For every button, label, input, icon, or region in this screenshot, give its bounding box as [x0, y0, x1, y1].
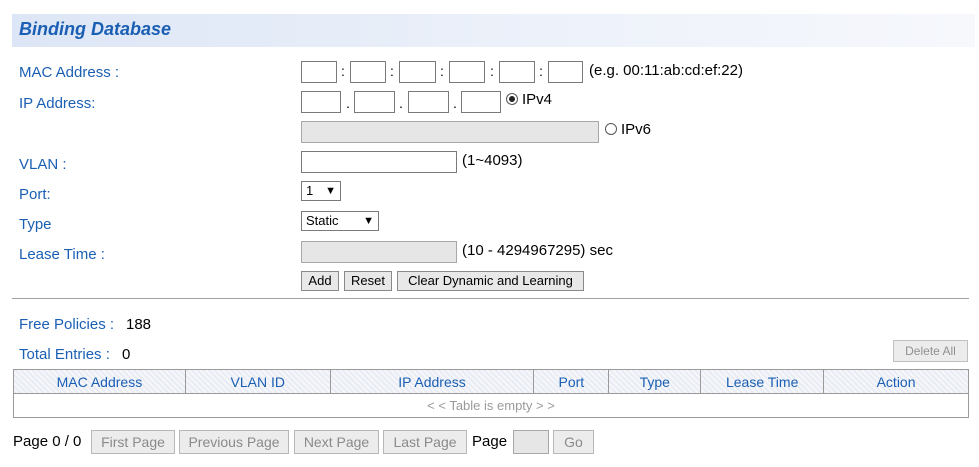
page-info: Page 0 / 0 — [13, 433, 82, 450]
ipv4-radio-label: IPv4 — [522, 91, 553, 108]
page-jump-label: Page — [472, 433, 508, 450]
mac-octet-5-input[interactable] — [499, 61, 535, 83]
column-header-type[interactable]: Type — [608, 369, 702, 394]
ip-address-label: IP Address: — [19, 95, 96, 112]
free-policies-label: Free Policies : — [19, 316, 115, 333]
clear-dynamic-learning-button[interactable]: Clear Dynamic and Learning — [397, 271, 584, 291]
chevron-down-icon: ▼ — [325, 185, 336, 197]
table-header-row: MAC Address VLAN ID IP Address Port Type… — [13, 369, 969, 394]
table-row: < < Table is empty > > — [13, 393, 969, 418]
binding-table: MAC Address VLAN ID IP Address Port Type… — [13, 369, 969, 418]
next-page-button[interactable]: Next Page — [294, 430, 379, 454]
total-entries-value: 0 — [122, 346, 131, 363]
mac-address-label: MAC Address : — [19, 64, 120, 81]
first-page-button[interactable]: First Page — [91, 430, 175, 454]
column-header-ip-address[interactable]: IP Address — [329, 369, 535, 394]
type-label: Type — [19, 216, 52, 233]
vlan-label: VLAN : — [19, 156, 67, 173]
port-select-value: 1 — [306, 183, 314, 198]
previous-page-button[interactable]: Previous Page — [179, 430, 289, 454]
delete-all-button[interactable]: Delete All — [893, 340, 968, 362]
ipv4-octet-3-input[interactable] — [408, 91, 449, 113]
go-button[interactable]: Go — [553, 430, 594, 454]
column-header-action: Action — [823, 369, 969, 394]
ipv4-octet-1-input[interactable] — [301, 91, 341, 113]
port-select[interactable]: 1 ▼ — [301, 181, 341, 201]
total-entries-label: Total Entries : — [19, 346, 110, 363]
chevron-down-icon: ▼ — [363, 215, 374, 227]
mac-separator: : — [440, 63, 444, 79]
page-number-input[interactable] — [513, 430, 549, 454]
mac-octet-2-input[interactable] — [350, 61, 386, 83]
column-header-mac-address[interactable]: MAC Address — [13, 369, 186, 394]
mac-separator: : — [490, 63, 494, 79]
ipv4-octet-4-input[interactable] — [461, 91, 501, 113]
column-header-vlan-id[interactable]: VLAN ID — [184, 369, 331, 394]
lease-time-hint: (10 - 4294967295) sec — [462, 242, 613, 259]
ip-separator: . — [346, 95, 350, 111]
column-header-lease-time[interactable]: Lease Time — [700, 369, 825, 394]
last-page-button[interactable]: Last Page — [383, 430, 467, 454]
page-title: Binding Database — [19, 19, 172, 39]
column-header-port[interactable]: Port — [533, 369, 610, 394]
vlan-hint: (1~4093) — [462, 152, 523, 169]
lease-time-label: Lease Time : — [19, 246, 105, 263]
reset-button[interactable]: Reset — [344, 271, 392, 291]
port-label: Port: — [19, 186, 51, 203]
mac-separator: : — [539, 63, 543, 79]
ip-separator: . — [453, 95, 457, 111]
ipv4-octet-2-input[interactable] — [354, 91, 395, 113]
mac-octet-1-input[interactable] — [301, 61, 337, 83]
ip-separator: . — [399, 95, 403, 111]
ipv6-radio[interactable] — [605, 123, 617, 135]
ipv6-radio-label: IPv6 — [621, 121, 652, 138]
lease-time-input[interactable] — [301, 241, 457, 263]
mac-separator: : — [341, 63, 345, 79]
ipv6-address-input[interactable] — [301, 121, 599, 143]
mac-separator: : — [390, 63, 394, 79]
mac-address-hint: (e.g. 00:11:ab:cd:ef:22) — [589, 62, 743, 79]
section-divider — [12, 298, 969, 299]
mac-octet-6-input[interactable] — [548, 61, 583, 83]
page-title-bar: Binding Database — [12, 14, 975, 47]
ipv4-radio[interactable] — [506, 93, 518, 105]
vlan-input[interactable] — [301, 151, 457, 173]
mac-octet-4-input[interactable] — [449, 61, 485, 83]
mac-octet-3-input[interactable] — [399, 61, 436, 83]
free-policies-value: 188 — [126, 316, 152, 333]
type-select-value: Static — [306, 213, 339, 228]
type-select[interactable]: Static ▼ — [301, 211, 379, 231]
add-button[interactable]: Add — [301, 271, 339, 291]
table-empty-message: < < Table is empty > > — [13, 393, 969, 418]
